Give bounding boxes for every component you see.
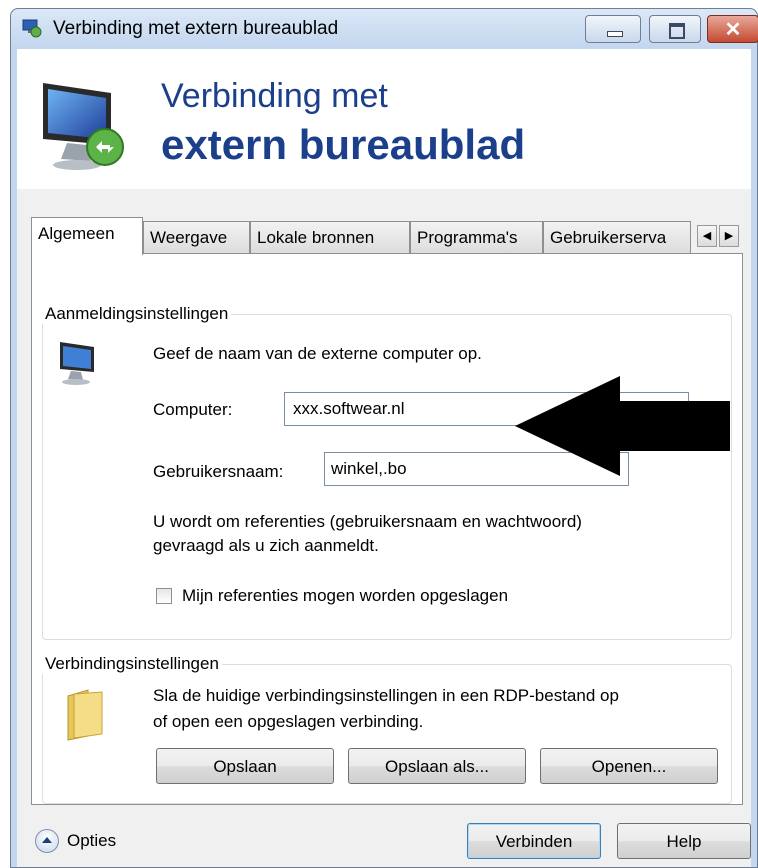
username-value: winkel,.bo bbox=[331, 459, 407, 478]
credentials-note-line1: U wordt om referenties (gebruikersnaam e… bbox=[153, 512, 582, 531]
connect-button[interactable]: Verbinden bbox=[467, 823, 601, 859]
tab-label: Weergave bbox=[150, 228, 228, 247]
computer-icon bbox=[60, 342, 94, 385]
banner: Verbinding met extern bureaublad bbox=[17, 49, 751, 190]
tab-label: Programma's bbox=[417, 228, 518, 247]
connection-description-line1: Sla de huidige verbindingsinstellingen i… bbox=[153, 686, 619, 705]
banner-title-line2: extern bureaublad bbox=[161, 121, 526, 168]
annotation-arrow-icon bbox=[515, 376, 730, 476]
maximize-button[interactable] bbox=[649, 15, 701, 43]
logon-settings-title: Aanmeldingsinstellingen bbox=[42, 304, 232, 324]
close-button[interactable]: ✕ bbox=[707, 15, 758, 43]
options-label[interactable]: Opties bbox=[67, 831, 116, 851]
minimize-button[interactable] bbox=[585, 15, 641, 43]
credentials-note-line2: gevraagd als u zich aanmeldt. bbox=[153, 536, 379, 555]
save-as-button[interactable]: Opslaan als... bbox=[348, 748, 526, 784]
tab-algemeen[interactable]: Algemeen bbox=[31, 217, 143, 255]
tab-scroll-left-button[interactable]: ◀ bbox=[697, 225, 717, 247]
tab-gebruikerservaring[interactable]: Gebruikerserva bbox=[543, 221, 691, 253]
computer-label: Computer: bbox=[153, 400, 233, 419]
tab-label: Lokale bronnen bbox=[257, 228, 375, 247]
tab-page-algemeen: Aanmeldingsinstellingen Geef de naam van… bbox=[31, 253, 743, 805]
remote-desktop-icon bbox=[22, 19, 42, 38]
chevron-right-icon: ▶ bbox=[724, 230, 734, 242]
banner-title-line1: Verbinding met bbox=[161, 77, 388, 115]
tab-label: Gebruikerserva bbox=[550, 228, 667, 247]
title-bar[interactable]: Verbinding met extern bureaublad ✕ bbox=[11, 9, 758, 49]
folder-icon bbox=[67, 689, 103, 741]
close-icon: ✕ bbox=[724, 19, 742, 41]
connection-settings-title: Verbindingsinstellingen bbox=[42, 654, 222, 674]
open-button[interactable]: Openen... bbox=[540, 748, 718, 784]
connection-description-line2: of open een opgeslagen verbinding. bbox=[153, 712, 424, 731]
chevron-left-icon: ◀ bbox=[702, 230, 712, 242]
remote-desktop-monitor-icon bbox=[43, 83, 124, 170]
options-expand-icon[interactable] bbox=[35, 829, 59, 853]
help-button[interactable]: Help bbox=[617, 823, 751, 859]
window-title: Verbinding met extern bureaublad bbox=[53, 18, 339, 39]
tab-programmas[interactable]: Programma's bbox=[410, 221, 543, 253]
tab-lokale-bronnen[interactable]: Lokale bronnen bbox=[250, 221, 410, 253]
save-button[interactable]: Opslaan bbox=[156, 748, 334, 784]
tab-scroll-right-button[interactable]: ▶ bbox=[719, 225, 739, 247]
tab-weergave[interactable]: Weergave bbox=[143, 221, 250, 253]
computer-instruction: Geef de naam van de externe computer op. bbox=[153, 344, 482, 363]
save-credentials-checkbox[interactable] bbox=[156, 588, 172, 604]
save-credentials-label[interactable]: Mijn referenties mogen worden opgeslagen bbox=[182, 586, 508, 606]
username-label: Gebruikersnaam: bbox=[153, 462, 284, 481]
tab-label: Algemeen bbox=[38, 224, 115, 243]
computer-value: xxx.softwear.nl bbox=[293, 399, 405, 418]
